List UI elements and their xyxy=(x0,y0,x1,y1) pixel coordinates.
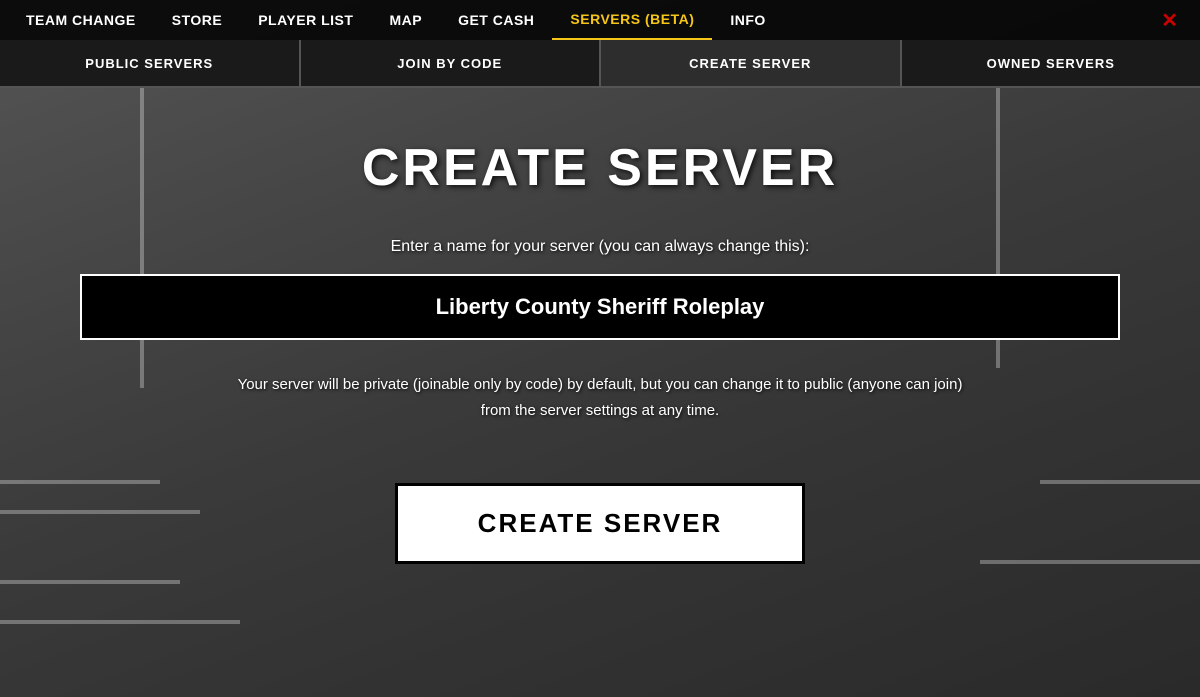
nav-item-store[interactable]: STORE xyxy=(154,0,240,40)
tab-join-by-code[interactable]: JOIN BY CODE xyxy=(301,40,602,86)
nav-item-team-change[interactable]: TEAM CHANGE xyxy=(8,0,154,40)
nav-item-get-cash[interactable]: GET CASH xyxy=(440,0,552,40)
tab-owned-servers[interactable]: OWNED SERVERS xyxy=(902,40,1200,86)
nav-item-player-list[interactable]: PLAYER LIST xyxy=(240,0,371,40)
privacy-info-text: Your server will be private (joinable on… xyxy=(225,372,975,423)
instruction-text: Enter a name for your server (you can al… xyxy=(391,238,810,256)
close-button[interactable]: ✕ xyxy=(1147,0,1192,40)
nav-item-map[interactable]: MAP xyxy=(371,0,440,40)
nav-item-info[interactable]: INFO xyxy=(712,0,783,40)
nav-item-servers-beta[interactable]: SERVERS (BETA) xyxy=(552,0,712,40)
tab-bar: PUBLIC SERVERS JOIN BY CODE CREATE SERVE… xyxy=(0,40,1200,88)
tab-create-server[interactable]: CREATE SERVER xyxy=(601,40,902,86)
server-name-input[interactable] xyxy=(80,274,1120,340)
road-line-4 xyxy=(0,620,240,624)
page-title: CREATE SERVER xyxy=(362,138,838,198)
tab-public-servers[interactable]: PUBLIC SERVERS xyxy=(0,40,301,86)
main-content-area: CREATE SERVER Enter a name for your serv… xyxy=(0,88,1200,594)
create-server-button[interactable]: CREATE SERVER xyxy=(395,483,806,564)
top-navigation: TEAM CHANGE STORE PLAYER LIST MAP GET CA… xyxy=(0,0,1200,40)
